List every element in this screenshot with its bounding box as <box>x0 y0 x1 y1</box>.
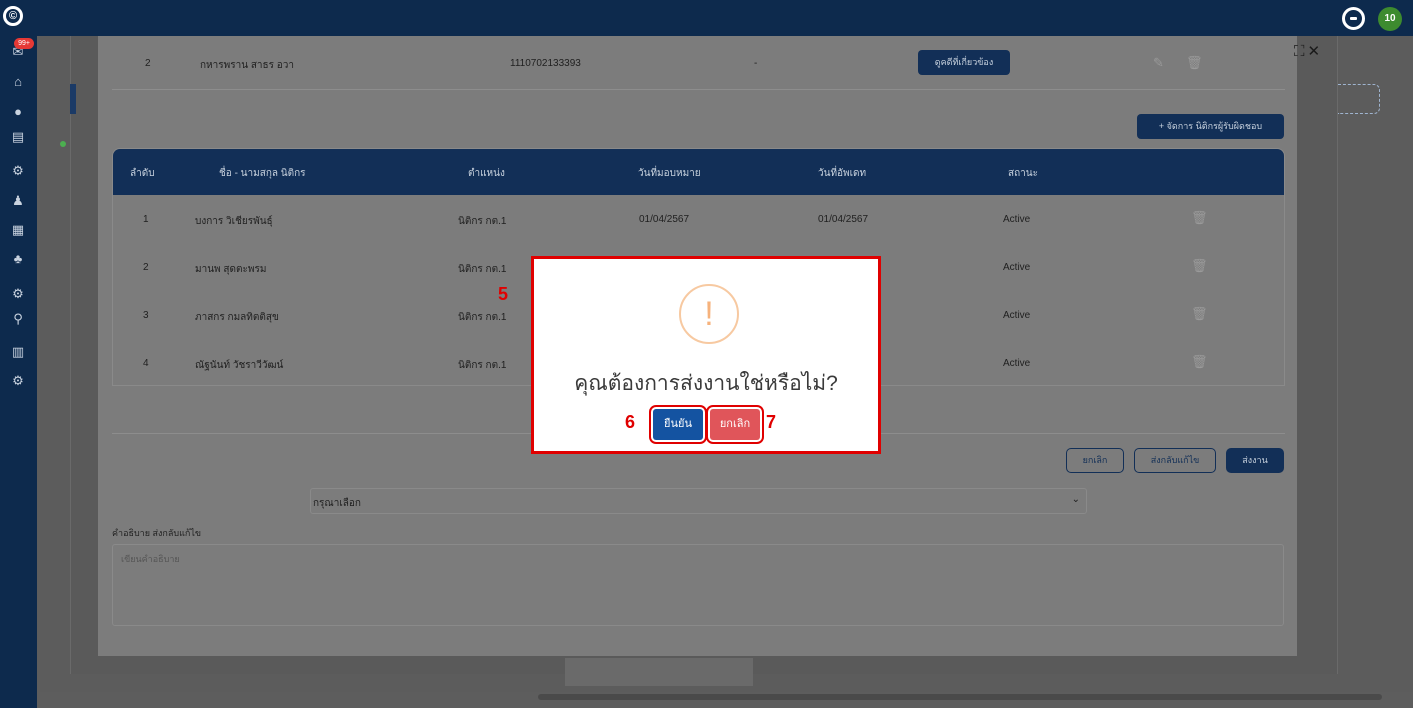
row-status: Active <box>1003 214 1031 225</box>
description-textarea[interactable]: เขียนคำอธิบาย <box>112 544 1284 626</box>
chat-bubble-icon[interactable]: ● <box>9 104 27 120</box>
user-avatar[interactable]: 10 <box>1378 7 1402 31</box>
page-accent-bar <box>70 84 76 114</box>
row-updated-date: 01/04/2567 <box>818 214 869 225</box>
dialog-title: คุณต้องการส่งงานใช่หรือไม่? <box>574 372 838 395</box>
search-icon[interactable]: ⚲ <box>9 311 27 327</box>
row-number: 1 <box>143 214 149 225</box>
step-label-confirm: 6 <box>625 412 636 432</box>
row-assigned-date: 01/04/2567 <box>639 214 690 225</box>
table-row: 1 บงการ วิเชียรพันธุ์ นิติกร กต.1 01/04/… <box>113 195 1284 243</box>
column-header: ลำดับ <box>130 168 155 179</box>
reason-select[interactable]: กรุณาเลือก ⌄ <box>310 488 1087 514</box>
row-name: มานพ สุดตะพรม <box>195 264 267 275</box>
table-header: ลำดับ ชื่อ - นามสกุล นิติกร ตำแหน่ง วันท… <box>113 149 1284 195</box>
horizontal-scrollbar[interactable] <box>538 694 1382 700</box>
column-header: ชื่อ - นามสกุล นิติกร <box>219 168 306 179</box>
step-label-dialog: 5 <box>498 284 509 304</box>
expand-icon[interactable]: ⛶ <box>1294 43 1308 60</box>
description-label: คำอธิบาย ส่งกลับแก้ไข <box>112 528 202 538</box>
chevron-down-icon: ⌄ <box>1071 494 1080 505</box>
row-position: นิติกร กต.1 <box>458 216 507 227</box>
row-name: กหารพราน สาธร อวา <box>200 60 295 71</box>
page-dashed-box <box>1338 84 1380 114</box>
textarea-placeholder: เขียนคำอธิบาย <box>121 554 180 564</box>
row-position: นิติกร กต.1 <box>458 360 507 371</box>
send-work-button[interactable]: ส่งงาน <box>1226 448 1284 473</box>
row-name: บงการ วิเชียรพันธุ์ <box>195 216 273 227</box>
column-header: วันที่มอบหมาย <box>638 168 701 179</box>
row-number: 4 <box>143 358 149 369</box>
confirm-dialog: ! คุณต้องการส่งงานใช่หรือไม่? ยืนยัน ยกเ… <box>531 256 881 454</box>
trash-icon[interactable]: 🗑 <box>1191 258 1208 274</box>
dialog-cancel-button[interactable]: ยกเลิก <box>706 405 764 444</box>
status-dot <box>60 141 66 147</box>
row-number: 2 <box>143 262 149 273</box>
page-tab <box>565 658 753 686</box>
warning-icon: ! <box>679 284 739 344</box>
confirm-button[interactable]: ยืนยัน <box>649 405 707 444</box>
return-for-edit-button[interactable]: ส่งกลับแก้ไข <box>1134 448 1216 473</box>
grid-icon[interactable]: ▦ <box>9 222 27 238</box>
document-icon[interactable]: ▤ <box>9 129 27 145</box>
row-dash: - <box>754 58 758 69</box>
notification-badge: 99+ <box>14 38 34 49</box>
manage-lawyers-button[interactable]: + จัดการ นิติกรผู้รับผิดชอบ <box>1137 114 1284 139</box>
row-status: Active <box>1003 310 1031 321</box>
trash-icon[interactable]: 🗑 <box>1191 306 1208 322</box>
person-icon[interactable]: ♟ <box>9 193 27 209</box>
trash-icon[interactable]: 🗑 <box>1186 55 1203 71</box>
gear-icon[interactable]: ⚙ <box>9 163 27 179</box>
trash-icon[interactable]: 🗑 <box>1191 354 1208 370</box>
close-icon[interactable]: ✕ <box>1308 43 1324 60</box>
row-number: 2 <box>145 58 151 69</box>
cancel-button[interactable]: ยกเลิก <box>1066 448 1124 473</box>
row-status: Active <box>1003 358 1031 369</box>
column-header: ตำแหน่ง <box>468 168 505 179</box>
select-value: กรุณาเลือก <box>313 498 361 509</box>
view-related-cases-button[interactable]: ดูคดีที่เกี่ยวข้อง <box>918 50 1010 75</box>
row-name: ภาสกร กมลทิตติสุข <box>195 312 279 323</box>
column-header: วันที่อัพเดท <box>818 168 867 179</box>
row-position: นิติกร กต.1 <box>458 264 507 275</box>
trash-icon[interactable]: 🗑 <box>1191 210 1208 226</box>
top-bar: © 10 <box>0 0 1413 36</box>
column-header: สถานะ <box>1008 168 1038 179</box>
chat-icon[interactable] <box>1342 7 1365 30</box>
row-name: ณัฐนันท์ วัชราวีวัฒน์ <box>195 360 284 371</box>
row-status: Active <box>1003 262 1031 273</box>
config-icon[interactable]: ⚙ <box>9 373 27 389</box>
edit-icon[interactable]: ✎ <box>1153 55 1164 71</box>
row-position: นิติกร กต.1 <box>458 312 507 323</box>
sidebar: ✉ 99+ ⌂ ● ▤ ⚙ ♟ ▦ ♣ ⚙ ⚲ ▥ ⚙ > <box>0 36 37 708</box>
team-icon[interactable]: ♣ <box>9 251 27 267</box>
home-icon[interactable]: ⌂ <box>9 74 27 90</box>
row-id-number: 1110702133393 <box>510 58 581 69</box>
row-number: 3 <box>143 310 149 321</box>
settings-icon[interactable]: ⚙ <box>9 286 27 302</box>
step-label-cancel: 7 <box>766 412 777 432</box>
app-logo[interactable]: © <box>3 6 23 26</box>
modal-controls: ⛶✕ <box>1294 42 1323 60</box>
chart-icon[interactable]: ▥ <box>9 344 27 360</box>
